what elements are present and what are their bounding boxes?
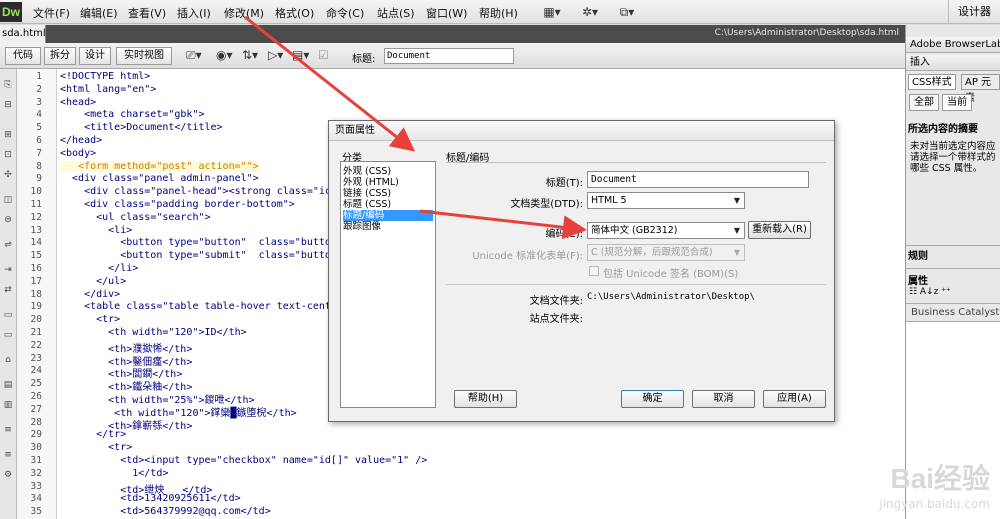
baidu-jingyan-watermark: Bai经验 jingyan.baidu.com	[879, 457, 990, 511]
watermark-url: jingyan.baidu.com	[879, 497, 990, 511]
arrow-modify-to-dialog	[244, 15, 416, 152]
arrow-category-to-encoding	[419, 209, 587, 240]
annotation-arrows	[244, 15, 587, 240]
watermark-brand: Bai经验	[890, 463, 990, 494]
